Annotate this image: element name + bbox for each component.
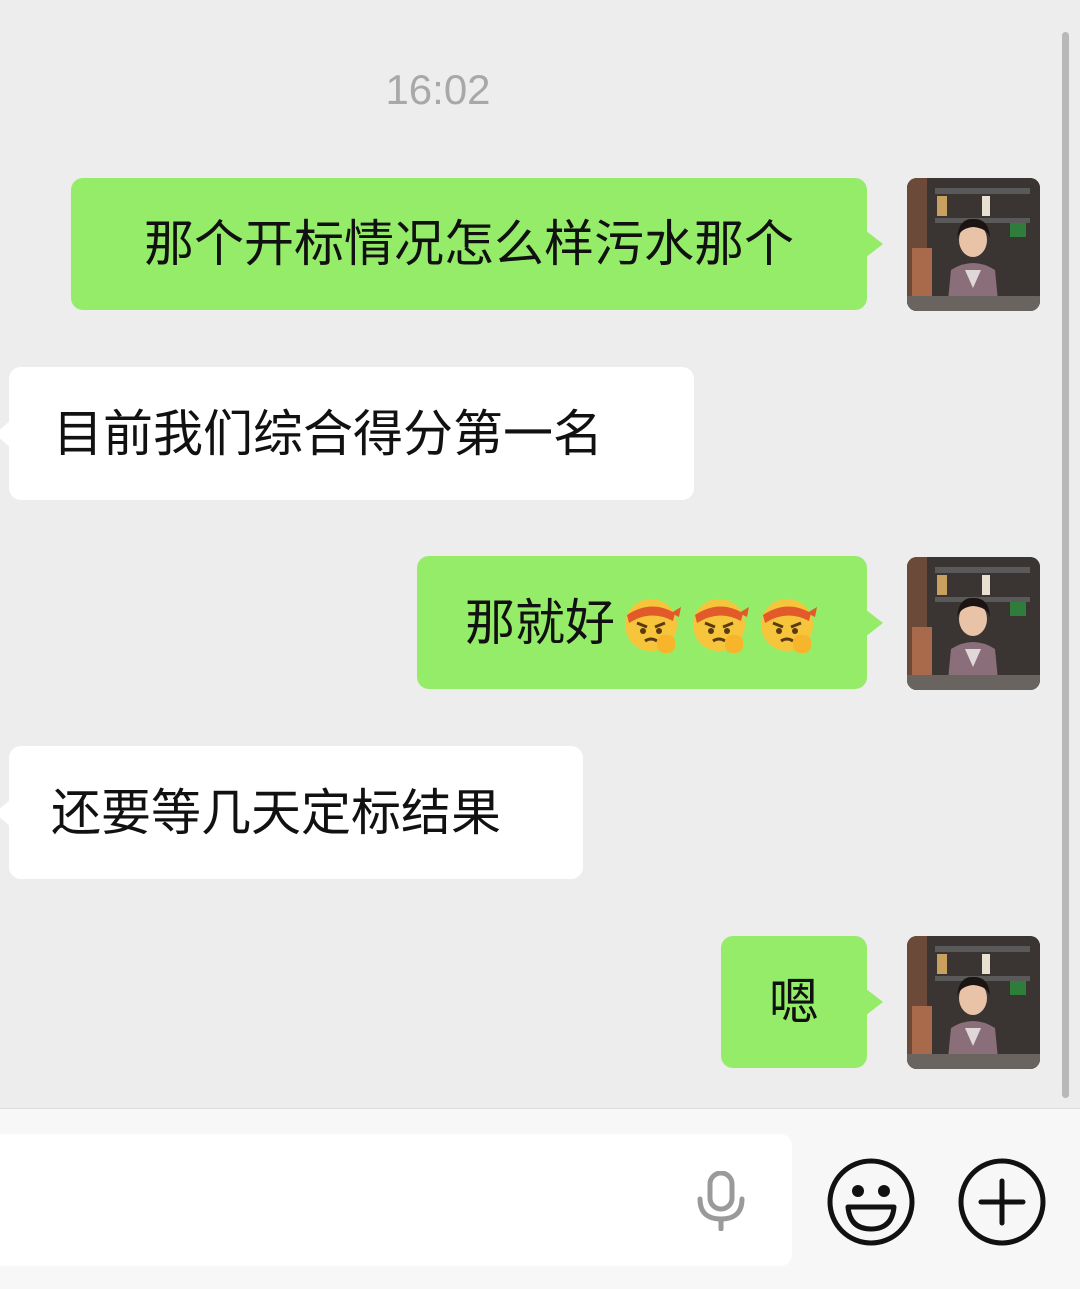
message-text: 目前我们综合得分第一名 (53, 404, 603, 463)
outgoing-message-bubble[interactable]: 嗯 (721, 936, 883, 1068)
plus-icon[interactable] (957, 1157, 1047, 1247)
message-input[interactable] (0, 1134, 792, 1266)
message-text: 嗯 (769, 973, 819, 1031)
avatar[interactable] (907, 936, 1040, 1069)
message-text: 那就好 (465, 593, 615, 652)
salute-face-emoji (687, 591, 751, 655)
message-text: 还要等几天定标结果 (51, 783, 501, 842)
salute-face-emoji (619, 591, 683, 655)
smiley-icon[interactable] (826, 1157, 916, 1247)
outgoing-message-bubble[interactable]: 那个开标情况怎么样污水那个 (71, 178, 883, 310)
outgoing-message-bubble[interactable]: 那就好 (417, 556, 883, 689)
message-text: 那个开标情况怎么样污水那个 (144, 215, 794, 273)
chat-message-list[interactable]: 16:02 那个开标情况怎么样污水那个 目前我们综合得分第一名 那就好 还要等几… (0, 0, 1080, 1108)
scrollbar[interactable] (1062, 32, 1069, 1098)
avatar[interactable] (907, 557, 1040, 690)
incoming-message-bubble[interactable]: 还要等几天定标结果 (0, 746, 583, 879)
microphone-icon[interactable] (693, 1171, 749, 1231)
salute-face-emoji (755, 591, 819, 655)
message-timestamp: 16:02 (385, 66, 491, 113)
chat-input-bar (0, 1108, 1080, 1289)
avatar[interactable] (907, 178, 1040, 311)
incoming-message-bubble[interactable]: 目前我们综合得分第一名 (0, 367, 694, 500)
